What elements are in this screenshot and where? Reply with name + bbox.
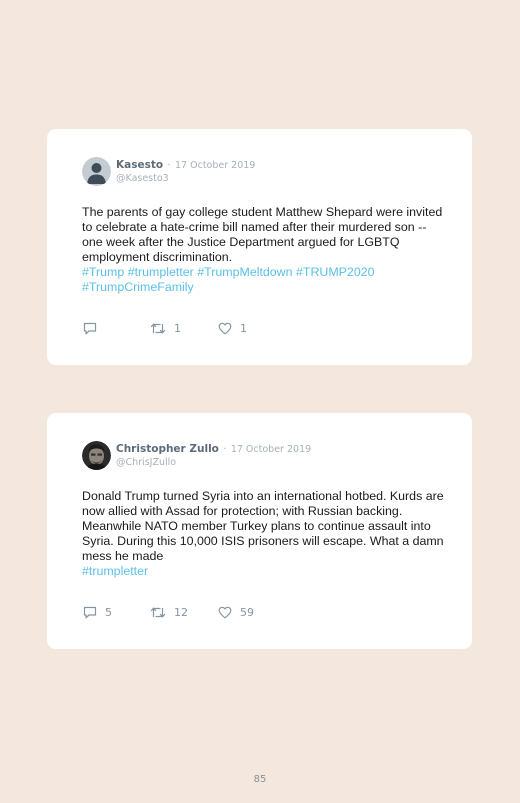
retweet-button[interactable]: 1 bbox=[150, 322, 218, 335]
tweet-meta: Kasesto · 17 October 2019 @Kasesto3 bbox=[116, 157, 255, 185]
like-button[interactable]: 59 bbox=[218, 606, 278, 619]
tweet-header: Kasesto · 17 October 2019 @Kasesto3 bbox=[82, 155, 255, 187]
hashtag-link[interactable]: #trumpletter bbox=[82, 564, 148, 578]
tweet-date[interactable]: 17 October 2019 bbox=[175, 160, 255, 171]
tweet-date[interactable]: 17 October 2019 bbox=[231, 444, 311, 455]
tweet-text: The parents of gay college student Matth… bbox=[82, 205, 443, 264]
like-icon bbox=[218, 322, 232, 334]
like-count: 1 bbox=[240, 321, 247, 335]
tweet-body: Donald Trump turned Syria into an intern… bbox=[82, 489, 447, 579]
tweet-header: Christopher Zullo · 17 October 2019 @Chr… bbox=[82, 439, 311, 471]
tweet-body: The parents of gay college student Matth… bbox=[82, 205, 447, 295]
separator: · bbox=[167, 160, 171, 171]
page-number: 85 bbox=[253, 774, 267, 785]
reply-button[interactable]: 5 bbox=[83, 606, 150, 619]
tweet-actions: 5 12 59 bbox=[83, 604, 278, 620]
author-name[interactable]: Kasesto bbox=[116, 159, 163, 171]
reply-icon bbox=[83, 322, 97, 334]
like-count: 59 bbox=[240, 605, 254, 619]
author-name[interactable]: Christopher Zullo bbox=[116, 443, 219, 455]
retweet-count: 12 bbox=[174, 605, 188, 619]
hashtag-link[interactable]: #Trump bbox=[82, 265, 124, 279]
profile-photo bbox=[82, 440, 111, 470]
tweet-card: Kasesto · 17 October 2019 @Kasesto3 The … bbox=[47, 129, 472, 365]
retweet-icon bbox=[150, 606, 166, 618]
hashtag-link[interactable]: #TrumpMeltdown bbox=[197, 265, 292, 279]
hashtag-list: #trumpletter bbox=[82, 564, 447, 579]
like-button[interactable]: 1 bbox=[218, 322, 278, 335]
hashtag-link[interactable]: #trumpletter bbox=[128, 265, 194, 279]
author-handle[interactable]: @ChrisJZullo bbox=[116, 456, 311, 469]
hashtag-link[interactable]: #TrumpCrimeFamily bbox=[82, 280, 194, 294]
tweet-actions: 1 1 bbox=[83, 320, 278, 336]
tweet-meta: Christopher Zullo · 17 October 2019 @Chr… bbox=[116, 441, 311, 469]
avatar[interactable] bbox=[82, 440, 111, 470]
hashtag-list: #Trump #trumpletter #TrumpMeltdown #TRUM… bbox=[82, 265, 447, 295]
like-icon bbox=[218, 606, 232, 618]
tweet-card: Christopher Zullo · 17 October 2019 @Chr… bbox=[47, 413, 472, 649]
retweet-count: 1 bbox=[174, 321, 181, 335]
reply-icon bbox=[83, 606, 97, 618]
reply-count: 5 bbox=[105, 605, 112, 619]
author-handle[interactable]: @Kasesto3 bbox=[116, 172, 255, 185]
tweet-text: Donald Trump turned Syria into an intern… bbox=[82, 489, 444, 563]
retweet-button[interactable]: 12 bbox=[150, 606, 218, 619]
avatar[interactable] bbox=[82, 156, 111, 186]
hashtag-link[interactable]: #TRUMP2020 bbox=[296, 265, 375, 279]
reply-button[interactable] bbox=[83, 322, 150, 335]
separator: · bbox=[223, 444, 227, 455]
default-avatar-icon bbox=[82, 156, 111, 186]
retweet-icon bbox=[150, 322, 166, 334]
